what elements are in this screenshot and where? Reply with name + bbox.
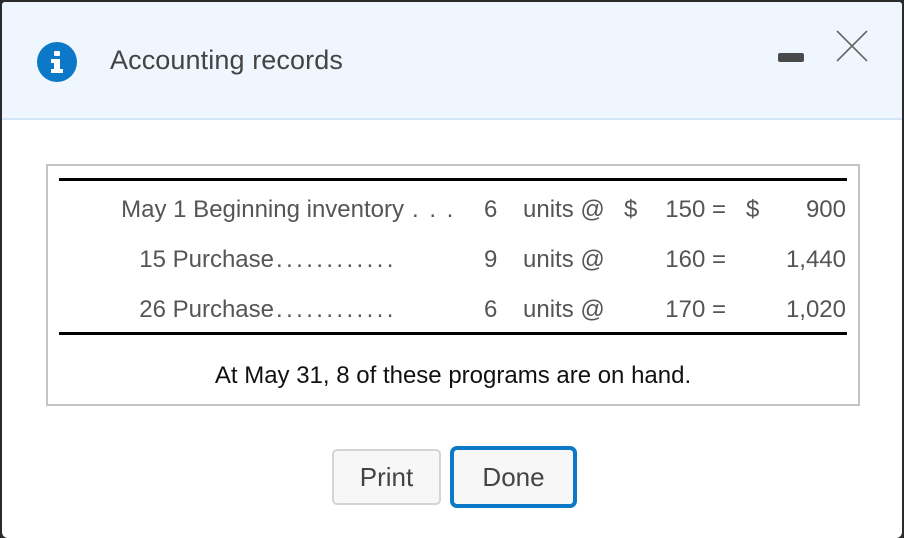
table-row: 26 Purchase ............ 6 units @ 170 =… <box>48 296 858 326</box>
print-button[interactable]: Print <box>332 449 441 505</box>
close-icon <box>836 30 868 62</box>
row-quantity: 6 <box>484 296 498 323</box>
accounting-records-dialog: Accounting records May 1 Beginning inven… <box>2 2 902 538</box>
minimize-icon <box>778 53 804 62</box>
inventory-note: At May 31, 8 of these programs are on ha… <box>214 362 692 389</box>
table-row: 15 Purchase ............ 9 units @ 160 =… <box>48 246 858 276</box>
row-unit: units @ <box>523 246 605 273</box>
row-total: 900 <box>805 196 846 223</box>
row-total: 1,020 <box>785 296 846 323</box>
row-leader-dots: ............ <box>276 246 397 273</box>
row-label: May 1 Beginning inventory <box>121 196 404 223</box>
row-unit: units @ <box>523 196 605 223</box>
row-total: 1,440 <box>785 246 846 273</box>
dialog-header: Accounting records <box>2 2 902 120</box>
row-leader-dots: . . . <box>412 196 456 223</box>
row-unit-price: 160 = <box>665 246 726 273</box>
row-price-dollar: $ <box>624 196 638 223</box>
table-row: May 1 Beginning inventory . . . 6 units … <box>48 196 858 226</box>
table-top-rule <box>59 178 847 181</box>
row-unit: units @ <box>523 296 605 323</box>
row-unit-price: 170 = <box>665 296 726 323</box>
table-bottom-rule <box>59 332 847 335</box>
done-button[interactable]: Done <box>450 446 577 508</box>
row-quantity: 9 <box>484 246 498 273</box>
row-label: 15 Purchase <box>139 246 274 273</box>
dialog-title: Accounting records <box>110 45 343 75</box>
minimize-button[interactable] <box>774 50 808 70</box>
row-quantity: 6 <box>484 196 498 223</box>
row-leader-dots: ............ <box>276 296 397 323</box>
info-icon <box>37 42 77 82</box>
records-table-box: May 1 Beginning inventory . . . 6 units … <box>46 164 860 406</box>
row-unit-price: 150 = <box>665 196 726 223</box>
close-button[interactable] <box>834 28 872 66</box>
row-total-dollar: $ <box>746 196 760 223</box>
row-label: 26 Purchase <box>139 296 274 323</box>
